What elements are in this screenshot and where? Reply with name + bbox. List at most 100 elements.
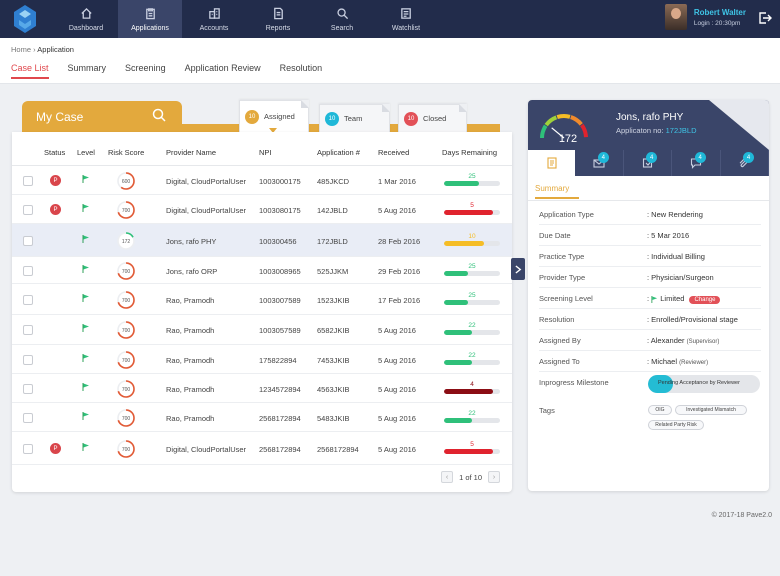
provider-name[interactable]: Jons, rafo ORP bbox=[166, 267, 217, 276]
table-row[interactable]: 700 Jons, rafo ORP 1003008965 525JJKM 29 Feb… bbox=[12, 257, 512, 284]
table-row[interactable]: 700 Rao, Pramodh 1003007589 1523JKIB 17 Feb … bbox=[12, 284, 512, 315]
received-date: 5 Aug 2016 bbox=[378, 355, 416, 365]
application-number[interactable]: 6582JKIB bbox=[317, 326, 350, 335]
nav-label: Accounts bbox=[199, 24, 229, 32]
table-row[interactable]: 700 Rao, Pramodh 2568172894 5483JKIB 5 Aug 2… bbox=[12, 403, 512, 432]
breadcrumb-home[interactable]: Home bbox=[11, 45, 31, 54]
days-remaining-fill bbox=[444, 180, 479, 186]
days-remaining: 22 bbox=[444, 322, 500, 335]
header-level[interactable]: Level bbox=[77, 148, 95, 157]
clipboard-icon bbox=[143, 7, 157, 21]
detail-icon-tabs: 4 4 4 4 bbox=[528, 150, 769, 176]
nav-item-accounts[interactable]: Accounts bbox=[182, 0, 246, 38]
table-row[interactable]: 700 Rao, Pramodh 175822894 7453JKIB 5 Aug 20… bbox=[12, 345, 512, 374]
row-checkbox[interactable] bbox=[23, 443, 33, 454]
application-number[interactable]: 525JJKM bbox=[317, 267, 348, 276]
row-checkbox[interactable] bbox=[23, 412, 33, 423]
search-icon[interactable] bbox=[152, 108, 166, 122]
avatar[interactable] bbox=[664, 4, 687, 30]
status-badge: P bbox=[50, 443, 61, 454]
nav-item-watchlist[interactable]: Watchlist bbox=[374, 0, 438, 38]
tab-summary-doc[interactable] bbox=[528, 150, 576, 176]
table-row[interactable]: 700 Rao, Pramodh 1003057589 6582JKIB 5 Aug 2… bbox=[12, 315, 512, 345]
table-row[interactable]: P 700 Digital, CloudPortalUser 1003080175 14… bbox=[12, 195, 512, 224]
attachments-badge: 4 bbox=[743, 152, 755, 163]
row-checkbox[interactable] bbox=[23, 204, 33, 215]
application-number[interactable]: 4563JKIB bbox=[317, 385, 350, 394]
tab-tasks[interactable]: 4 bbox=[623, 150, 673, 176]
nav-item-applications[interactable]: Applications bbox=[118, 0, 182, 38]
next-page-button[interactable]: › bbox=[488, 471, 500, 483]
table-row[interactable]: P 600 Digital, CloudPortalUser 1003000175 48… bbox=[12, 166, 512, 195]
header-status[interactable]: Status bbox=[44, 148, 65, 157]
application-number[interactable]: 2568172894 bbox=[317, 445, 359, 454]
header-application-number[interactable]: Application # bbox=[317, 148, 360, 157]
row-checkbox[interactable] bbox=[23, 175, 33, 186]
tab-screening[interactable]: Screening bbox=[125, 63, 166, 79]
tab-application-review[interactable]: Application Review bbox=[185, 63, 261, 79]
application-number[interactable]: 1523JKIB bbox=[317, 296, 350, 305]
application-number[interactable]: 485JKCD bbox=[317, 177, 349, 186]
header-npi[interactable]: NPI bbox=[259, 148, 272, 157]
nav-item-dashboard[interactable]: Dashboard bbox=[54, 0, 118, 38]
days-remaining-fill bbox=[444, 388, 494, 394]
days-remaining: 25 bbox=[444, 292, 500, 305]
header-days-remaining[interactable]: Days Remaining bbox=[442, 148, 497, 157]
detail-field-assigned-by: Assigned By: Alexander (Supervisor) bbox=[539, 330, 761, 351]
provider-name[interactable]: Jons, rafo PHY bbox=[166, 237, 216, 246]
provider-name[interactable]: Digital, CloudPortalUser bbox=[166, 177, 246, 186]
tab-case-list[interactable]: Case List bbox=[11, 63, 49, 79]
application-number[interactable]: 5483JKIB bbox=[317, 414, 350, 423]
gauge-segment bbox=[580, 123, 588, 138]
days-remaining-value: 22 bbox=[468, 322, 476, 329]
table-row[interactable]: 172 Jons, rafo PHY 100300456 172JBLD 28 Feb … bbox=[12, 224, 512, 257]
tab-summary[interactable]: Summary bbox=[68, 63, 107, 79]
tab-messages[interactable]: 4 bbox=[575, 150, 624, 176]
user-profile[interactable]: Robert Walter Login : 20:30pm bbox=[664, 4, 746, 30]
application-number[interactable]: 172JBLD bbox=[317, 237, 348, 246]
tab-summary[interactable]: Summary bbox=[535, 184, 579, 199]
tag-chip[interactable]: Investigated Mismatch bbox=[675, 405, 747, 415]
tab-comments[interactable]: 4 bbox=[672, 150, 721, 176]
provider-name[interactable]: Rao, Pramodh bbox=[166, 356, 214, 365]
gauge-score: 172 bbox=[559, 133, 577, 145]
provider-name[interactable]: Rao, Pramodh bbox=[166, 385, 214, 394]
provider-name[interactable]: Digital, CloudPortalUser bbox=[166, 445, 246, 454]
filter-tab-closed[interactable]: 10 Closed bbox=[398, 104, 467, 132]
nav-item-search[interactable]: Search bbox=[310, 0, 374, 38]
filter-tab-team[interactable]: 10 Team bbox=[319, 104, 390, 132]
table-row[interactable]: P 700 Digital, CloudPortalUser 2568172894 25… bbox=[12, 432, 512, 465]
field-value-wrap: : New Rendering bbox=[647, 210, 703, 219]
row-checkbox[interactable] bbox=[23, 294, 33, 305]
row-checkbox[interactable] bbox=[23, 354, 33, 365]
tag-chip[interactable]: OIG bbox=[648, 405, 672, 415]
header-risk-score[interactable]: Risk Score bbox=[108, 148, 144, 157]
level-flag-icon bbox=[82, 442, 89, 451]
row-checkbox[interactable] bbox=[23, 383, 33, 394]
provider-name[interactable]: Rao, Pramodh bbox=[166, 296, 214, 305]
app-logo[interactable] bbox=[0, 0, 50, 38]
provider-name[interactable]: Rao, Pramodh bbox=[166, 326, 214, 335]
tab-resolution[interactable]: Resolution bbox=[280, 63, 323, 79]
days-remaining-bar bbox=[444, 180, 500, 186]
tag-chip[interactable]: Related Party Risk bbox=[648, 420, 704, 430]
change-button[interactable]: Change bbox=[689, 296, 721, 304]
level-flag-icon bbox=[651, 295, 658, 303]
provider-name[interactable]: Rao, Pramodh bbox=[166, 414, 214, 423]
prev-page-button[interactable]: ‹ bbox=[441, 471, 454, 483]
pagination: ‹ 1 of 10 › bbox=[441, 471, 500, 483]
field-label: Due Date bbox=[539, 231, 571, 240]
header-provider-name[interactable]: Provider Name bbox=[166, 148, 216, 157]
header-received[interactable]: Received bbox=[378, 148, 409, 157]
provider-name[interactable]: Digital, CloudPortalUser bbox=[166, 206, 246, 215]
application-number[interactable]: 142JBLD bbox=[317, 206, 348, 215]
row-checkbox[interactable] bbox=[23, 325, 33, 335]
table-row[interactable]: 700 Rao, Pramodh 1234572894 4563JKIB 5 Aug 2… bbox=[12, 374, 512, 403]
row-checkbox[interactable] bbox=[23, 265, 33, 276]
tab-attachments[interactable]: 4 bbox=[720, 150, 769, 176]
application-number[interactable]: 7453JKIB bbox=[317, 356, 350, 365]
expand-panel-button[interactable] bbox=[511, 258, 525, 280]
nav-item-reports[interactable]: Reports bbox=[246, 0, 310, 38]
row-checkbox[interactable] bbox=[23, 235, 33, 246]
logout-icon[interactable] bbox=[758, 11, 772, 25]
